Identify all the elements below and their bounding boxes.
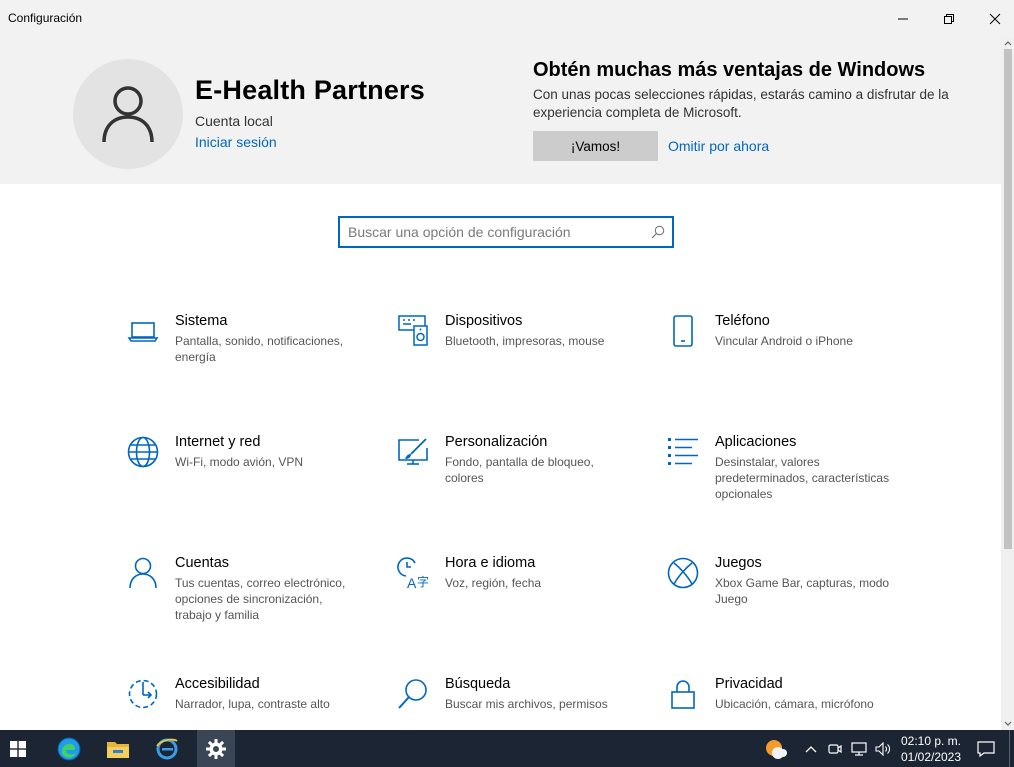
show-desktop-button[interactable] [1009,730,1014,767]
taskbar: 02:10 p. m. 01/02/2023 [0,730,1014,767]
close-button[interactable] [972,0,1014,37]
tile-name: Cuentas [175,555,230,571]
globe-icon [125,434,161,470]
promo-title: Obtén muchas más ventajas de Windows [533,59,926,81]
close-icon [989,13,1001,24]
person-icon [125,555,161,591]
devices-icon [395,313,431,349]
tray-network[interactable] [848,730,870,767]
tile-name: Accesibilidad [175,676,260,692]
tray-meet-now[interactable] [825,730,845,767]
account-type: Cuenta local [195,113,273,129]
start-icon [10,740,26,757]
tile-juegos[interactable]: Juegos Xbox Game Bar, capturas, modo Jue… [665,555,905,645]
taskbar-edge[interactable] [50,730,88,767]
tile-aplicaciones[interactable]: Aplicaciones Desinstalar, valores predet… [665,434,905,524]
tile-name: Juegos [715,555,762,571]
tile-name: Teléfono [715,313,770,329]
signin-link[interactable]: Iniciar sesión [195,134,277,150]
tile-sistema[interactable]: Sistema Pantalla, sonido, notificaciones… [125,313,365,403]
edge-icon [57,737,81,760]
tile-personalizacion[interactable]: Personalización Fondo, pantalla de bloqu… [395,434,635,524]
volume-icon [875,741,890,756]
scrollbar-thumb[interactable] [1004,49,1012,549]
laptop-icon [125,313,161,349]
tile-telefono[interactable]: Teléfono Vincular Android o iPhone [665,313,905,403]
svg-text:A: A [407,575,417,589]
paint-icon [395,434,431,470]
tile-name: Aplicaciones [715,434,797,450]
tile-description: Ubicación, cámara, micrófono [715,697,874,711]
search-input[interactable] [348,222,638,242]
tile-description: Fondo, pantalla de bloqueo, colores [445,455,594,485]
taskbar-settings[interactable] [197,730,235,767]
tile-description: Bluetooth, impresoras, mouse [445,334,605,348]
meet-now-icon [828,743,842,754]
phone-icon [665,313,701,349]
tile-description: Vincular Android o iPhone [715,334,853,348]
tile-description: Narrador, lupa, contraste alto [175,697,330,711]
scroll-up-icon[interactable] [1001,37,1014,49]
tile-description: Wi-Fi, modo avión, VPN [175,455,304,469]
tile-dispositivos[interactable]: Dispositivos Bluetooth, impresoras, mous… [395,313,635,403]
search-icon[interactable] [651,225,665,244]
account-name: E-Health Partners [195,75,425,105]
tile-cuentas[interactable]: Cuentas Tus cuentas, correo electrónico,… [125,555,365,645]
weather-button[interactable] [762,730,790,767]
clock-date: 01/02/2023 [900,750,962,764]
scrollbar[interactable] [1001,37,1014,730]
notifications-button[interactable] [972,730,1000,767]
tile-name: Sistema [175,313,228,329]
start-button[interactable] [0,730,36,767]
notification-icon [977,740,995,757]
tile-name: Internet y red [175,434,261,450]
file-explorer-icon [107,741,129,758]
restore-icon [944,13,954,24]
tile-name: Dispositivos [445,313,523,329]
lets-go-button[interactable]: ¡Vamos! [533,131,658,161]
tile-description: Pantalla, sonido, notificaciones, energí… [175,334,344,364]
weather-icon [766,739,787,759]
account-banner: E-Health Partners Cuenta local Iniciar s… [0,37,1001,184]
tile-name: Hora e idioma [445,555,536,571]
skip-link[interactable]: Omitir por ahora [668,138,769,154]
xbox-icon [665,555,701,591]
clock-time: 02:10 p. m. [900,734,962,748]
tray-overflow-button[interactable] [800,730,822,767]
accessibility-icon [125,676,161,712]
network-icon [851,741,867,756]
title-bar: Configuración [0,0,1014,37]
tile-hora-idioma[interactable]: A字 Hora e idioma Voz, región, fecha [395,555,635,645]
tile-internet-red[interactable]: Internet y red Wi-Fi, modo avión, VPN [125,434,365,524]
avatar[interactable] [73,59,183,169]
magnifier-icon [395,676,431,712]
minimize-icon [898,18,908,19]
tile-description: Voz, región, fecha [445,576,542,590]
user-icon [102,86,154,143]
taskbar-file-explorer[interactable] [100,730,136,767]
settings-search[interactable] [338,216,674,248]
minimize-button[interactable] [880,0,926,37]
settings-gear-icon [206,738,226,759]
taskbar-ie[interactable] [149,730,185,767]
ie-icon [156,738,178,759]
restore-button[interactable] [926,0,972,37]
tile-description: Desinstalar, valores predeterminados, ca… [715,455,890,501]
window-title: Configuración [8,11,83,25]
lock-icon [665,676,701,712]
promo-text: Con unas pocas selecciones rápidas, esta… [533,87,949,120]
svg-text:字: 字 [417,574,429,589]
tile-description: Xbox Game Bar, capturas, modo Juego [715,576,890,606]
scroll-down-icon[interactable] [1001,718,1014,730]
tray-volume[interactable] [872,730,894,767]
tray-clock[interactable]: 02:10 p. m. 01/02/2023 [892,733,970,765]
tile-description: Buscar mis archivos, permisos [445,697,608,711]
apps-list-icon [665,434,701,470]
tile-name: Búsqueda [445,676,511,692]
tile-name: Personalización [445,434,548,450]
chevron-up-icon [805,745,817,752]
tile-description: Tus cuentas, correo electrónico, opcione… [175,576,346,622]
time-language-icon: A字 [395,555,431,591]
tile-name: Privacidad [715,676,783,692]
